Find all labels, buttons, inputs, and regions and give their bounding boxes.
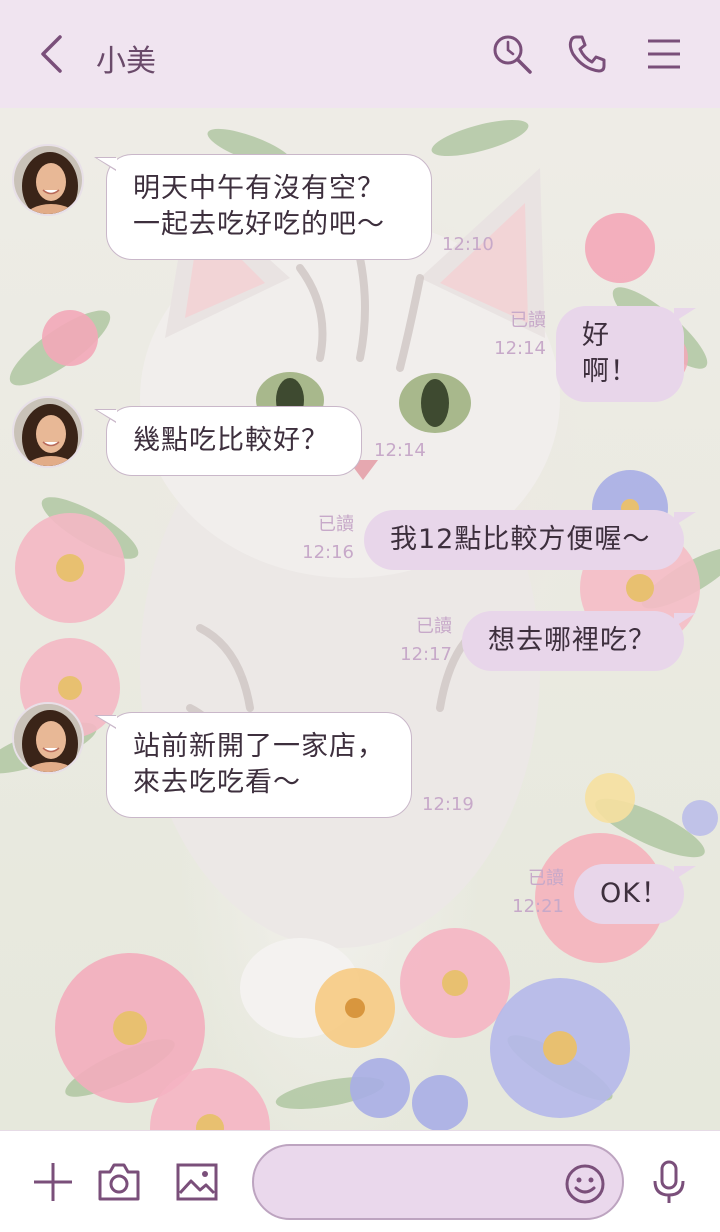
message-text: 我12點比較方便喔～ [390,524,651,555]
read-receipt: 已讀 [416,616,452,637]
outgoing-message-bubble[interactable]: 好啊！ [556,306,696,402]
incoming-message-bubble[interactable]: 站前新開了一家店， 來去吃吃看～ [94,712,412,818]
contact-avatar[interactable] [12,396,84,468]
message-time: 12:10 [442,234,494,255]
message-text-line: 站前新開了一家店， [133,731,385,762]
phone-icon[interactable] [565,32,609,76]
message-time: 12:16 [302,542,354,563]
back-chevron-icon[interactable] [34,34,70,74]
message-text: OK！ [600,878,669,909]
message-time: 12:17 [400,644,452,665]
menu-icon[interactable] [642,32,686,76]
message-text: 想去哪裡吃？ [488,625,656,656]
incoming-message-bubble[interactable]: 幾點吃比較好？ [94,406,362,476]
chat-background: 明天中午有沒有空？ 一起去吃好吃的吧～ 12:10 已讀 12:14 好啊！ 幾… [0,108,720,1130]
message-input[interactable] [278,1164,548,1204]
message-text-line: 一起去吃好吃的吧～ [133,209,385,240]
plus-icon[interactable] [30,1159,76,1205]
message-text: 好啊！ [582,320,638,387]
outgoing-message-bubble[interactable]: 想去哪裡吃？ [462,611,696,671]
microphone-icon[interactable] [646,1159,692,1205]
camera-icon[interactable] [96,1159,142,1205]
contact-avatar[interactable] [12,702,84,774]
message-input-pill[interactable] [252,1144,624,1220]
incoming-message-bubble[interactable]: 明天中午有沒有空？ 一起去吃好吃的吧～ [94,154,432,260]
chat-header: 小美 [0,0,720,108]
search-icon[interactable] [490,32,534,76]
read-receipt: 已讀 [510,310,546,331]
message-time: 12:21 [512,896,564,917]
emoji-icon[interactable] [564,1163,606,1205]
chat-title: 小美 [96,44,156,79]
message-time: 12:19 [422,794,474,815]
message-text-line: 明天中午有沒有空？ [133,173,385,204]
message-time: 12:14 [374,440,426,461]
read-receipt: 已讀 [528,868,564,889]
outgoing-message-bubble[interactable]: OK！ [574,864,696,924]
contact-avatar[interactable] [12,144,84,216]
message-text-line: 來去吃吃看～ [133,767,301,798]
message-text: 幾點吃比較好？ [133,425,329,456]
outgoing-message-bubble[interactable]: 我12點比較方便喔～ [364,510,696,570]
image-icon[interactable] [174,1159,220,1205]
composer-bar [0,1130,720,1232]
read-receipt: 已讀 [318,514,354,535]
message-time: 12:14 [494,338,546,359]
